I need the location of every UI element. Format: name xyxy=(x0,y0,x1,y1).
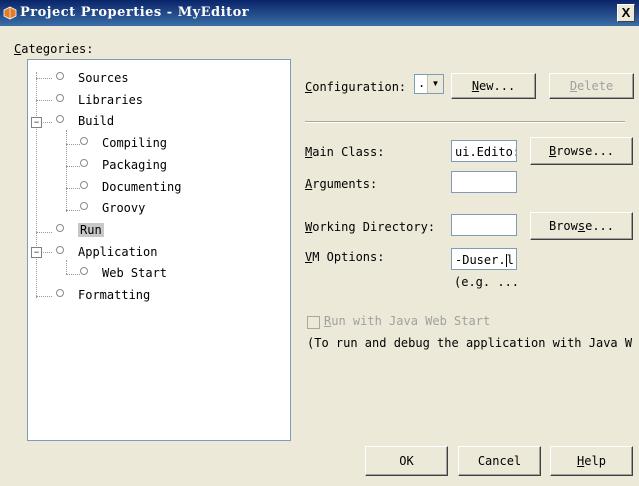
tree-item-build[interactable]: Build xyxy=(56,112,114,130)
tree-item-web-start[interactable]: Web Start xyxy=(80,264,167,282)
node-icon xyxy=(56,245,64,254)
node-icon xyxy=(56,71,64,80)
node-icon xyxy=(80,136,88,145)
vm-options-hint: (e.g. ... xyxy=(454,275,520,289)
tree-item-compiling[interactable]: Compiling xyxy=(80,134,167,152)
node-icon xyxy=(56,114,64,123)
tree-item-libraries[interactable]: Libraries xyxy=(56,91,143,109)
working-directory-label: Working Directory: xyxy=(305,220,436,234)
selected-label: Run xyxy=(78,223,104,237)
new-button[interactable]: New... xyxy=(451,73,536,99)
arguments-label: Arguments: xyxy=(305,177,378,191)
tree-item-run[interactable]: Run xyxy=(56,221,104,239)
node-icon xyxy=(56,223,64,232)
build-collapse-toggle[interactable]: − xyxy=(31,117,42,128)
node-icon xyxy=(80,201,88,210)
working-directory-input[interactable] xyxy=(451,214,517,236)
ok-button[interactable]: OK xyxy=(365,446,448,476)
dropdown-arrow-icon[interactable]: ▼ xyxy=(427,75,443,93)
close-icon: X xyxy=(621,5,631,20)
node-icon xyxy=(56,93,64,102)
app-icon xyxy=(3,6,17,20)
close-button[interactable]: X xyxy=(617,4,635,22)
web-start-note: (To run and debug the application with J… xyxy=(307,336,633,350)
tree-item-groovy[interactable]: Groovy xyxy=(80,199,145,217)
main-class-label: Main Class: xyxy=(305,145,385,159)
tree-item-documenting[interactable]: Documenting xyxy=(80,178,181,196)
cancel-button[interactable]: Cancel xyxy=(458,446,541,476)
categories-tree[interactable]: − − Sources Libraries Build Compiling Pa… xyxy=(27,59,291,441)
vm-options-input[interactable]: -Duser.l xyxy=(451,248,517,270)
node-icon xyxy=(80,266,88,275)
configuration-combo[interactable]: . ▼ xyxy=(414,74,444,94)
window-title: Project Properties - MyEditor xyxy=(20,5,250,20)
application-collapse-toggle[interactable]: − xyxy=(31,247,42,258)
tree-item-packaging[interactable]: Packaging xyxy=(80,156,167,174)
run-with-java-web-start-label: Run with Java Web Start xyxy=(324,314,491,328)
working-directory-browse-button[interactable]: Browse... xyxy=(530,212,633,240)
node-icon xyxy=(80,158,88,167)
configuration-label: Configuration: xyxy=(305,80,407,94)
run-with-java-web-start-checkbox[interactable] xyxy=(307,316,320,329)
arguments-input[interactable] xyxy=(451,171,517,193)
tree-item-application[interactable]: Application xyxy=(56,243,157,261)
title-bar: Project Properties - MyEditor X xyxy=(0,0,639,26)
delete-button[interactable]: Delete xyxy=(549,73,634,99)
help-button[interactable]: Help xyxy=(550,446,633,476)
node-icon xyxy=(56,288,64,297)
main-class-browse-button[interactable]: Browse... xyxy=(530,137,633,165)
vm-options-label: VM Options: xyxy=(305,250,385,264)
tree-item-formatting[interactable]: Formatting xyxy=(56,286,150,304)
categories-label: Categories: xyxy=(14,42,94,56)
tree-item-sources[interactable]: Sources xyxy=(56,69,129,87)
node-icon xyxy=(80,180,88,189)
main-class-input[interactable]: ui.Edito: xyxy=(451,140,517,162)
separator xyxy=(305,121,625,123)
